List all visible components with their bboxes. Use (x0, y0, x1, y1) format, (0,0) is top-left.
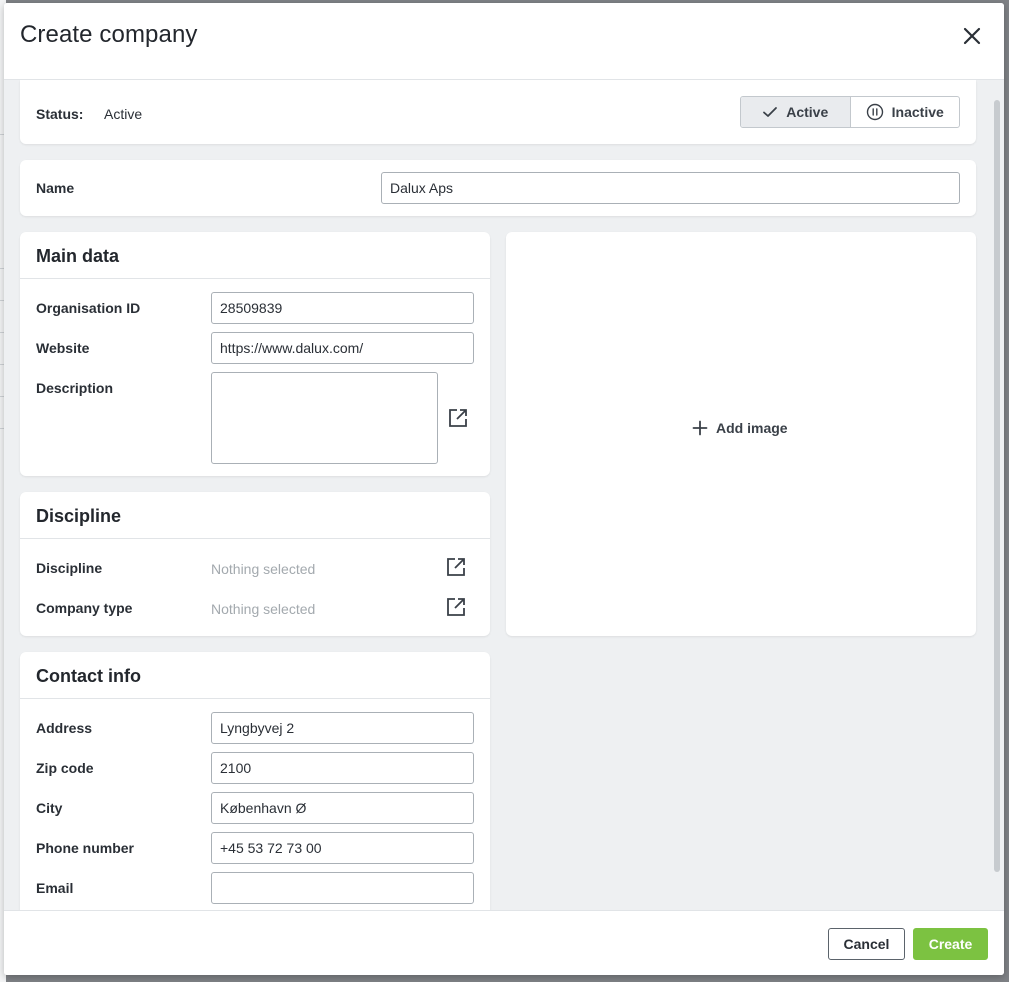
address-label: Address (36, 720, 93, 736)
section-divider (20, 278, 490, 279)
close-button[interactable] (959, 23, 985, 49)
dialog-header: Create company (4, 3, 1004, 80)
discipline-label: Discipline (36, 560, 103, 576)
phone-number-label: Phone number (36, 840, 135, 856)
main-data-card: Main data Organisation ID 28509839 Websi… (20, 232, 490, 476)
main-data-title: Main data (36, 246, 120, 266)
email-label: Email (36, 880, 74, 896)
open-external-icon[interactable] (447, 407, 469, 429)
status-toggle: Active Inactive (740, 96, 960, 128)
dialog-body[interactable]: Status: Active Active Inactive Name Dalu… (4, 80, 1004, 910)
website-label: Website (36, 340, 90, 356)
plus-icon (692, 420, 708, 436)
add-image-button[interactable]: Add image (692, 420, 788, 436)
description-label: Description (36, 380, 114, 396)
create-company-dialog: Create company Status: Active Active Ina… (4, 3, 1004, 975)
cancel-button[interactable]: Cancel (828, 928, 905, 960)
zip-code-input[interactable]: 2100 (211, 752, 474, 784)
company-type-value: Nothing selected (211, 601, 316, 617)
status-label: Status: (36, 106, 84, 122)
email-input[interactable] (211, 872, 474, 904)
website-input[interactable]: https://www.dalux.com/ (211, 332, 474, 364)
city-input[interactable]: København Ø (211, 792, 474, 824)
zip-code-label: Zip code (36, 760, 94, 776)
phone-number-input[interactable]: +45 53 72 73 00 (211, 832, 474, 864)
name-input[interactable]: Dalux Aps (381, 172, 960, 204)
organisation-id-input[interactable]: 28509839 (211, 292, 474, 324)
company-type-label: Company type (36, 600, 133, 616)
contact-info-card: Contact info Address Lyngbyvej 2 Zip cod… (20, 652, 490, 910)
discipline-card: Discipline Discipline Nothing selected C… (20, 492, 490, 636)
status-value: Active (104, 106, 143, 122)
pause-circle-icon (866, 103, 883, 121)
name-card: Name Dalux Aps (20, 160, 976, 216)
add-image-label: Add image (716, 420, 788, 436)
check-icon (763, 107, 778, 117)
active-status-button[interactable]: Active (741, 97, 851, 127)
name-label: Name (36, 180, 75, 196)
image-card: Add image (506, 232, 976, 636)
organisation-id-label: Organisation ID (36, 300, 141, 316)
address-input[interactable]: Lyngbyvej 2 (211, 712, 474, 744)
discipline-value: Nothing selected (211, 561, 316, 577)
close-icon (963, 27, 981, 45)
status-card: Status: Active Active Inactive (20, 80, 976, 144)
inactive-status-label: Inactive (891, 104, 944, 120)
description-textarea[interactable] (211, 372, 438, 464)
open-external-icon[interactable] (445, 596, 467, 618)
create-button[interactable]: Create (913, 928, 988, 960)
dialog-title: Create company (20, 21, 198, 48)
section-divider (20, 538, 490, 539)
open-external-icon[interactable] (445, 556, 467, 578)
discipline-title: Discipline (36, 506, 122, 526)
vertical-scrollbar[interactable] (994, 100, 1000, 872)
section-divider (20, 698, 490, 699)
active-status-label: Active (786, 104, 829, 120)
contact-info-title: Contact info (36, 666, 141, 686)
city-label: City (36, 800, 63, 816)
dialog-footer: Cancel Create (4, 910, 1004, 975)
inactive-status-button[interactable]: Inactive (851, 97, 960, 127)
